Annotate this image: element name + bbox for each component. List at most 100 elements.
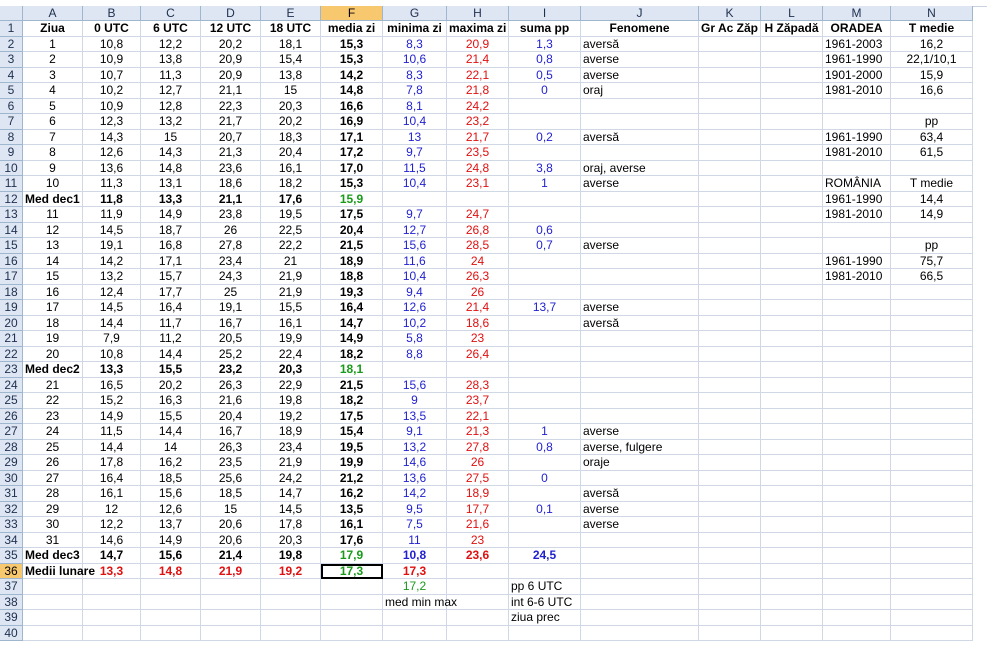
cell-H29[interactable]: 26 [447,455,509,471]
cell-G1[interactable]: minima zi [383,21,447,37]
cell-D37[interactable] [201,579,261,595]
cell-J17[interactable] [581,269,699,285]
cell-F8[interactable]: 17,1 [321,129,383,145]
cell-B18[interactable]: 12,4 [83,284,141,300]
cell-M2[interactable]: 1961-2003 [823,36,891,52]
cell-A25[interactable]: 22 [23,393,83,409]
cell-M4[interactable]: 1901-2000 [823,67,891,83]
cell-G27[interactable]: 9,1 [383,424,447,440]
cell-C13[interactable]: 14,9 [141,207,201,223]
cell-F6[interactable]: 16,6 [321,98,383,114]
cell-B27[interactable]: 11,5 [83,424,141,440]
cell-D22[interactable]: 25,2 [201,346,261,362]
row-header-39[interactable]: 39 [0,610,23,626]
row-header-37[interactable]: 37 [0,579,23,595]
cell-J13[interactable] [581,207,699,223]
cell-G31[interactable]: 14,2 [383,486,447,502]
cell-I19[interactable]: 13,7 [509,300,581,316]
cell-C2[interactable]: 12,2 [141,36,201,52]
cell-L40[interactable] [761,625,823,641]
row-header-24[interactable]: 24 [0,377,23,393]
cell-B21[interactable]: 7,9 [83,331,141,347]
cell-L14[interactable] [761,222,823,238]
cell-H23[interactable] [447,362,509,378]
cell-G16[interactable]: 11,6 [383,253,447,269]
cell-G26[interactable]: 13,5 [383,408,447,424]
cell-I5[interactable]: 0 [509,83,581,99]
row-header-35[interactable]: 35 [0,548,23,564]
cell-C36[interactable]: 14,8 [141,563,201,579]
cell-G40[interactable] [383,625,447,641]
cell-F38[interactable] [321,594,383,610]
cell-M36[interactable] [823,563,891,579]
cell-B14[interactable]: 14,5 [83,222,141,238]
cell-J2[interactable]: aversă [581,36,699,52]
cell-L28[interactable] [761,439,823,455]
cell-K26[interactable] [699,408,761,424]
cell-I14[interactable]: 0,6 [509,222,581,238]
cell-H38[interactable] [447,594,509,610]
cell-M19[interactable] [823,300,891,316]
cell-H22[interactable]: 26,4 [447,346,509,362]
cell-I7[interactable] [509,114,581,130]
cell-D9[interactable]: 21,3 [201,145,261,161]
cell-A6[interactable]: 5 [23,98,83,114]
cell-H33[interactable]: 21,6 [447,517,509,533]
cell-K30[interactable] [699,470,761,486]
cell-H40[interactable] [447,625,509,641]
cell-L17[interactable] [761,269,823,285]
row-header-34[interactable]: 34 [0,532,23,548]
cell-A38[interactable] [23,594,83,610]
cell-E8[interactable]: 18,3 [261,129,321,145]
cell-N17[interactable]: 66,5 [891,269,973,285]
cell-J35[interactable] [581,548,699,564]
cell-K15[interactable] [699,238,761,254]
cell-N12[interactable]: 14,4 [891,191,973,207]
cell-F7[interactable]: 16,9 [321,114,383,130]
cell-K8[interactable] [699,129,761,145]
cell-I31[interactable] [509,486,581,502]
cell-A30[interactable]: 27 [23,470,83,486]
cell-B23[interactable]: 13,3 [83,362,141,378]
cell-I16[interactable] [509,253,581,269]
cell-N30[interactable] [891,470,973,486]
cell-D7[interactable]: 21,7 [201,114,261,130]
cell-K20[interactable] [699,315,761,331]
cell-C16[interactable]: 17,1 [141,253,201,269]
cell-L31[interactable] [761,486,823,502]
cell-I21[interactable] [509,331,581,347]
cell-K23[interactable] [699,362,761,378]
cell-J11[interactable]: averse [581,176,699,192]
cell-F11[interactable]: 15,3 [321,176,383,192]
cell-C19[interactable]: 16,4 [141,300,201,316]
cell-F16[interactable]: 18,9 [321,253,383,269]
cell-K4[interactable] [699,67,761,83]
cell-N24[interactable] [891,377,973,393]
cell-B39[interactable] [83,610,141,626]
cell-N37[interactable] [891,579,973,595]
cell-C26[interactable]: 15,5 [141,408,201,424]
cell-K38[interactable] [699,594,761,610]
cell-G28[interactable]: 13,2 [383,439,447,455]
cell-D30[interactable]: 25,6 [201,470,261,486]
cell-L34[interactable] [761,532,823,548]
cell-G34[interactable]: 11 [383,532,447,548]
cell-G12[interactable] [383,191,447,207]
cell-I22[interactable] [509,346,581,362]
cell-N11[interactable]: T medie [891,176,973,192]
column-header-F[interactable]: F [321,6,383,21]
row-header-23[interactable]: 23 [0,362,23,378]
column-header-D[interactable]: D [201,6,261,21]
cell-K24[interactable] [699,377,761,393]
cell-J28[interactable]: averse, fulgere [581,439,699,455]
cell-I8[interactable]: 0,2 [509,129,581,145]
cell-B26[interactable]: 14,9 [83,408,141,424]
cell-B13[interactable]: 11,9 [83,207,141,223]
cell-D26[interactable]: 20,4 [201,408,261,424]
cell-D25[interactable]: 21,6 [201,393,261,409]
cell-C20[interactable]: 11,7 [141,315,201,331]
cell-N32[interactable] [891,501,973,517]
cell-J6[interactable] [581,98,699,114]
cell-F17[interactable]: 18,8 [321,269,383,285]
cell-H6[interactable]: 24,2 [447,98,509,114]
